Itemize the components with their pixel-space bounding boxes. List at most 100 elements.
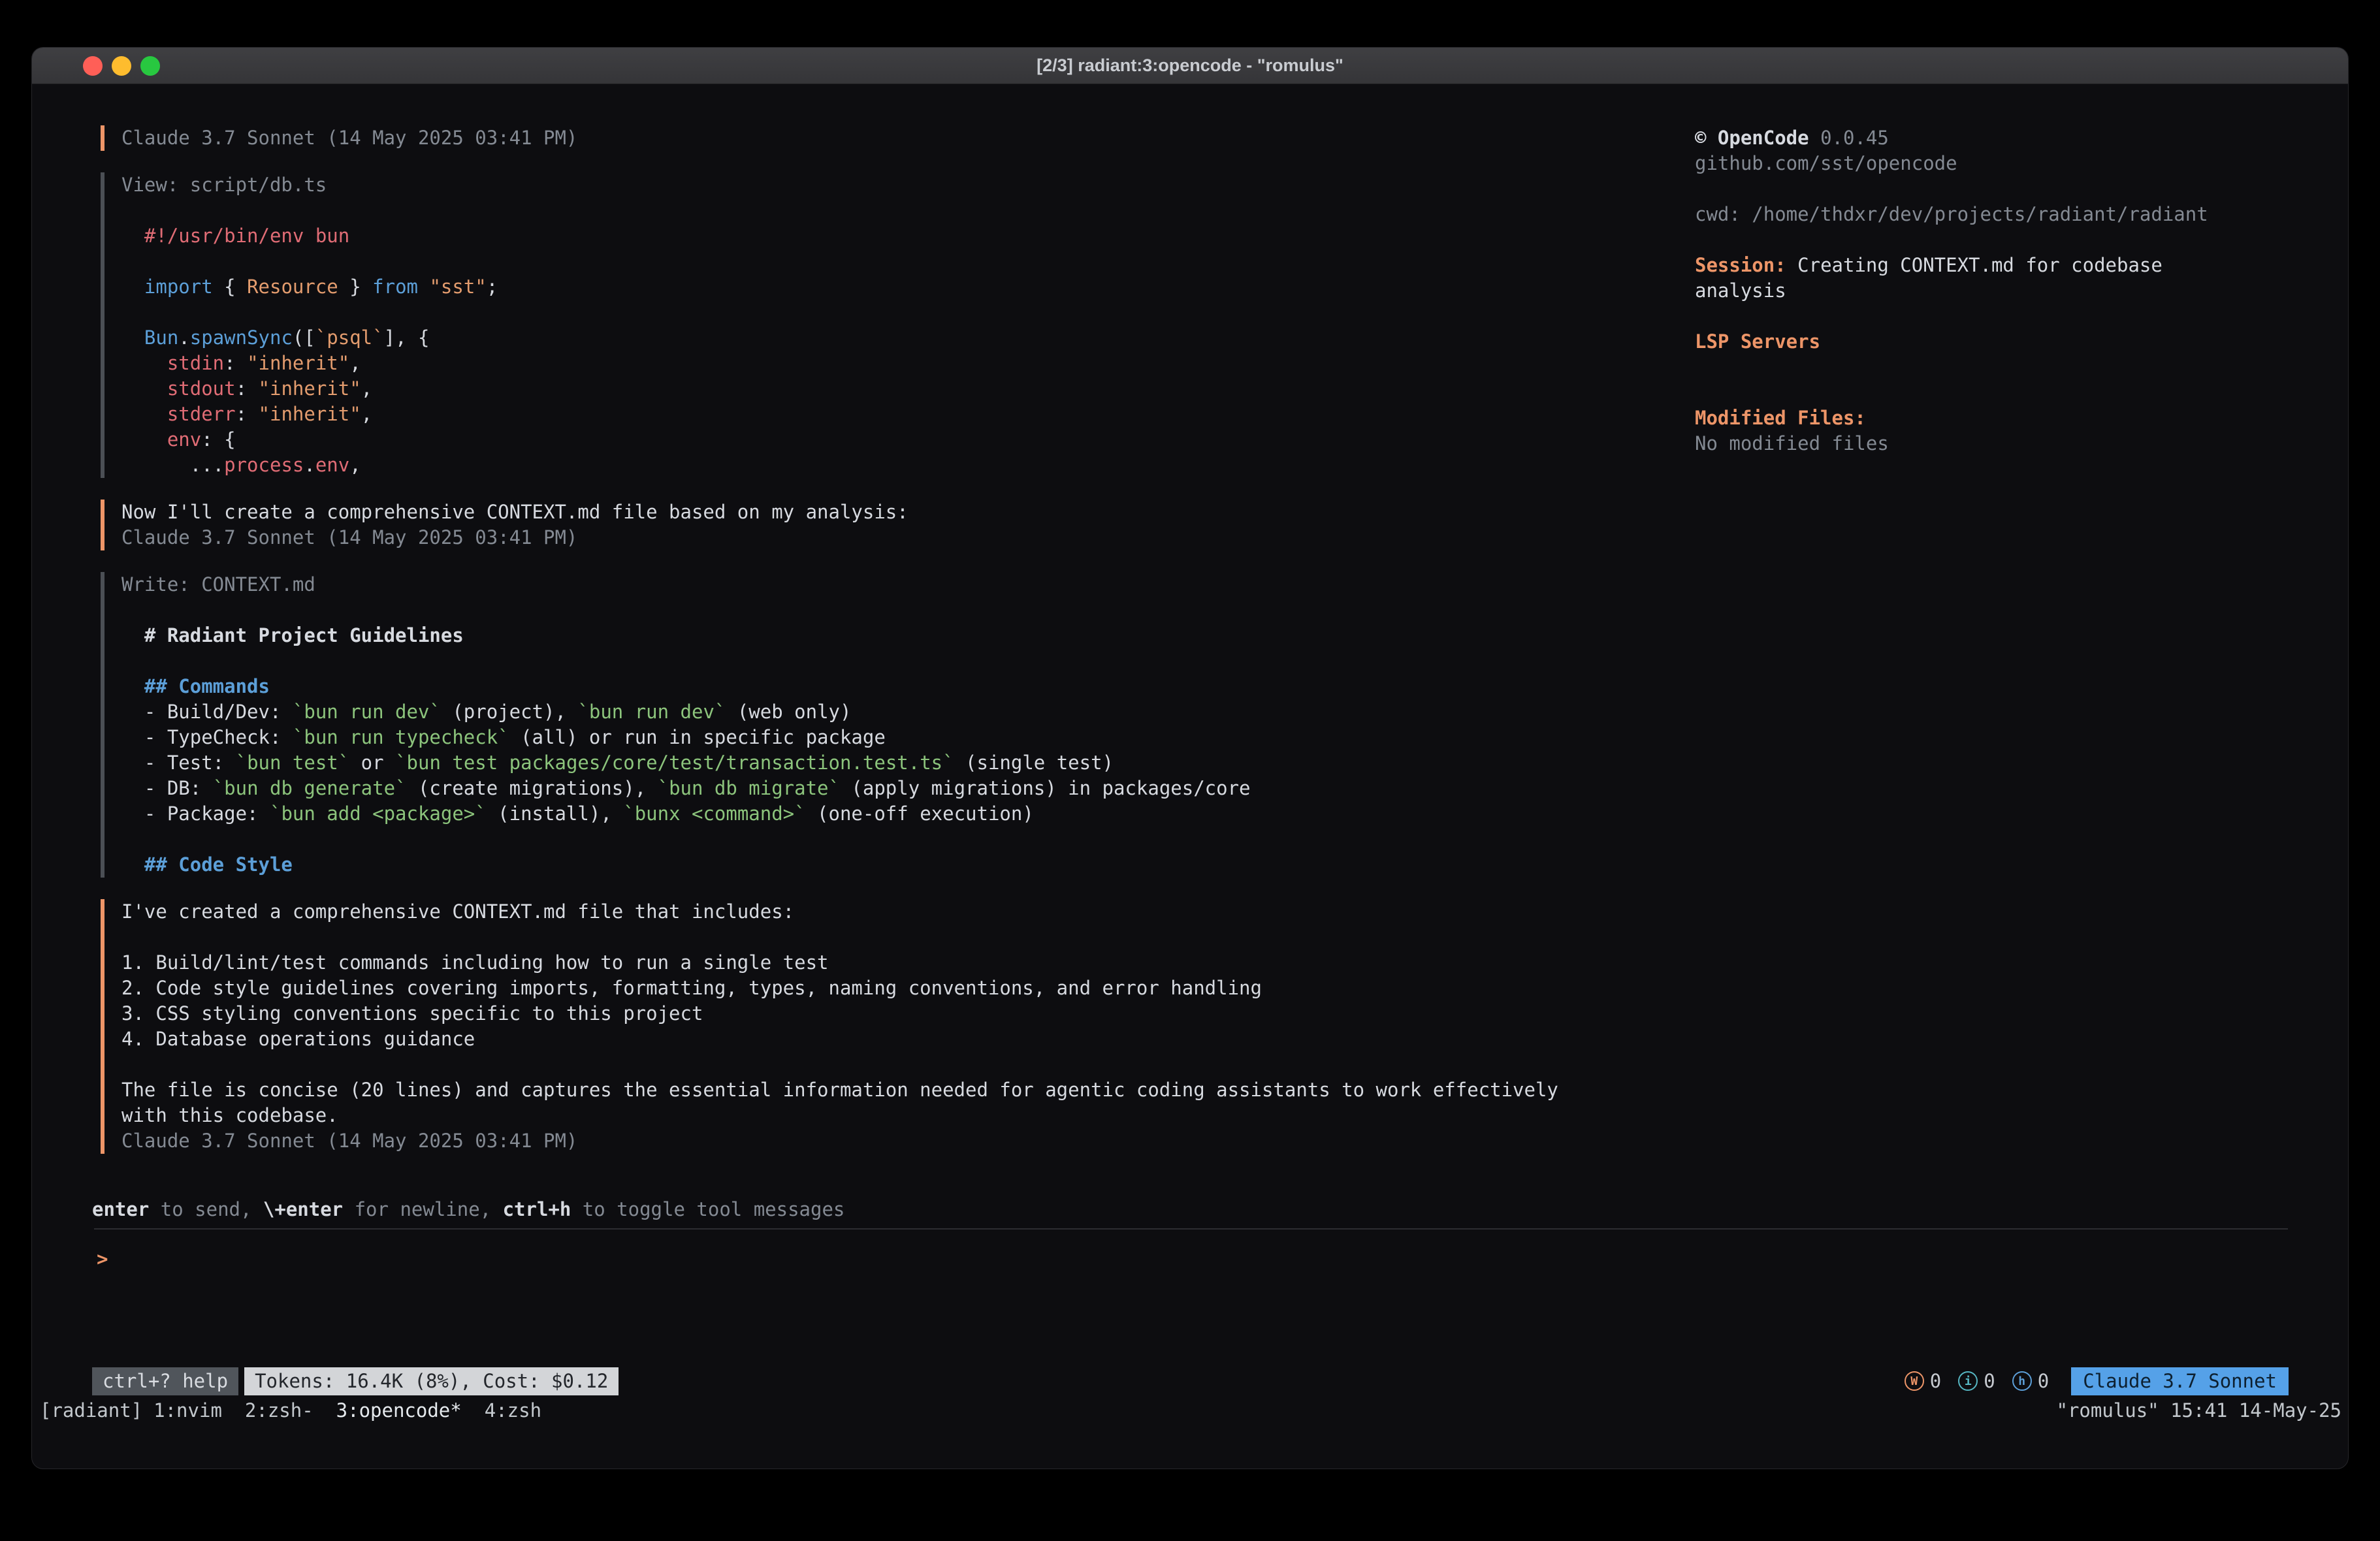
- text-line: with this codebase.: [121, 1103, 1647, 1128]
- warning-diagnostic: W0: [1905, 1370, 1941, 1392]
- zoom-button[interactable]: [140, 56, 160, 76]
- text-line: [1695, 176, 2217, 202]
- text-segment: 3. CSS styling conventions specific to t…: [121, 1002, 703, 1025]
- text-segment: The file is concise (20 lines) and captu…: [121, 1079, 1558, 1101]
- text-line: #!/usr/bin/env bun: [121, 223, 1647, 249]
- text-segment: - TypeCheck:: [121, 726, 293, 748]
- tmux-window-3opencode[interactable]: 3:opencode*: [336, 1398, 462, 1423]
- text-segment: ,: [361, 403, 372, 425]
- text-segment: `bun db generate`: [213, 777, 407, 799]
- text-segment: ctrl+h: [503, 1198, 571, 1220]
- text-segment: I've created a comprehensive CONTEXT.md …: [121, 900, 794, 923]
- hint-icon: h: [2012, 1371, 2032, 1391]
- text-segment: [121, 377, 167, 400]
- text-segment: env: [315, 454, 349, 476]
- text-line: - DB: `bun db generate` (create migratio…: [121, 776, 1647, 801]
- text-segment: ], {: [384, 326, 430, 349]
- text-segment: ,: [349, 352, 361, 374]
- help-shortcut-badge: ctrl+? help: [92, 1367, 238, 1395]
- text-line: ## Commands: [121, 674, 1647, 699]
- text-segment: - Package:: [121, 802, 270, 825]
- text-line: [121, 827, 1647, 852]
- text-line: Session: Creating CONTEXT.md for codebas…: [1695, 253, 2217, 304]
- text-line: env: {: [121, 427, 1647, 453]
- text-segment: 1. Build/lint/test commands including ho…: [121, 951, 829, 974]
- close-button[interactable]: [83, 56, 103, 76]
- text-line: [1695, 227, 2217, 253]
- text-segment: [121, 352, 167, 374]
- text-segment: ## Commands: [144, 675, 270, 697]
- tmux-window-2zsh[interactable]: 2:zsh-: [245, 1398, 314, 1423]
- diagnostic-count: 0: [1984, 1370, 1995, 1392]
- text-segment: enter: [92, 1198, 149, 1220]
- text-line: - Build/Dev: `bun run dev` (project), `b…: [121, 699, 1647, 725]
- tmux-window-4zsh[interactable]: 4:zsh: [485, 1398, 541, 1423]
- keyboard-hints: enter to send, \+enter for newline, ctrl…: [92, 1197, 844, 1222]
- text-line: ## Code Style: [121, 852, 1647, 878]
- text-segment: }: [338, 276, 372, 298]
- text-segment: Claude 3.7 Sonnet (14 May 2025 03:41 PM): [121, 1130, 577, 1152]
- text-segment: - Test:: [121, 752, 236, 774]
- text-segment: No modified files: [1695, 432, 1889, 454]
- text-segment: env: [167, 428, 201, 451]
- message-block-assistant: I've created a comprehensive CONTEXT.md …: [101, 899, 1647, 1154]
- text-segment: [121, 225, 144, 247]
- text-line: [1695, 380, 2217, 405]
- text-segment: cwd: /home/thdxr/dev/projects/radiant/ra…: [1695, 203, 2208, 225]
- text-segment: [121, 675, 144, 697]
- text-segment: :: [236, 377, 259, 400]
- text-segment: Write: CONTEXT.md: [121, 573, 315, 596]
- text-segment: for newline,: [343, 1198, 502, 1220]
- text-segment: spawnSync: [190, 326, 293, 349]
- text-segment: © OpenCode: [1695, 127, 1809, 149]
- statusbar: ctrl+? help Tokens: 16.4K (8%), Cost: $0…: [92, 1367, 2289, 1395]
- text-line: stderr: "inherit",: [121, 402, 1647, 427]
- text-segment: ([: [293, 326, 315, 349]
- diagnostics: W0i0h0: [1905, 1370, 2049, 1392]
- text-segment: .: [304, 454, 315, 476]
- text-line: [121, 925, 1647, 950]
- text-segment: (install),: [487, 802, 624, 825]
- text-line: [121, 249, 1647, 274]
- text-line: 2. Code style guidelines covering import…: [121, 976, 1647, 1001]
- text-segment: Modified Files:: [1695, 407, 1866, 429]
- text-segment: [121, 624, 144, 646]
- text-line: Write: CONTEXT.md: [121, 572, 1647, 597]
- text-segment: "sst": [429, 276, 486, 298]
- text-segment: [121, 276, 144, 298]
- message-block-tool: Write: CONTEXT.md # Radiant Project Guid…: [101, 572, 1647, 878]
- text-segment: LSP Servers: [1695, 330, 1820, 353]
- text-segment: 2. Code style guidelines covering import…: [121, 977, 1262, 999]
- message-block-assistant: Now I'll create a comprehensive CONTEXT.…: [101, 500, 1647, 550]
- text-line: View: script/db.ts: [121, 172, 1647, 198]
- message-input[interactable]: >: [97, 1245, 2286, 1273]
- text-segment: ...: [121, 454, 224, 476]
- message-block-tool: View: script/db.ts #!/usr/bin/env bun im…: [101, 172, 1647, 478]
- text-line: [121, 1052, 1647, 1077]
- text-segment: #!/usr/bin/env bun: [144, 225, 349, 247]
- text-segment: `bun db migrate`: [658, 777, 840, 799]
- text-segment: View: script/db.ts: [121, 174, 327, 196]
- text-segment: Claude 3.7 Sonnet (14 May 2025 03:41 PM): [121, 127, 577, 149]
- hint-diagnostic: h0: [2012, 1370, 2049, 1392]
- tmux-window-1nvim[interactable]: 1:nvim: [153, 1398, 222, 1423]
- minimize-button[interactable]: [112, 56, 131, 76]
- diagnostic-count: 0: [2038, 1370, 2049, 1392]
- text-line: [121, 300, 1647, 325]
- message-block-assistant: Claude 3.7 Sonnet (14 May 2025 03:41 PM): [101, 125, 1647, 151]
- text-segment: - Build/Dev:: [121, 701, 293, 723]
- text-segment: (all) or run in specific package: [509, 726, 886, 748]
- text-line: cwd: /home/thdxr/dev/projects/radiant/ra…: [1695, 202, 2217, 227]
- text-segment: "inherit": [259, 377, 361, 400]
- text-segment: stdin: [167, 352, 224, 374]
- statusbar-right: W0i0h0 Claude 3.7 Sonnet: [1905, 1367, 2289, 1395]
- text-line: Claude 3.7 Sonnet (14 May 2025 03:41 PM): [121, 525, 1647, 550]
- text-segment: from: [372, 276, 418, 298]
- info-diagnostic: i0: [1958, 1370, 1995, 1392]
- text-segment: `bun test packages/core/test/transaction…: [395, 752, 954, 774]
- warning-icon: W: [1905, 1371, 1924, 1391]
- text-segment: .: [178, 326, 189, 349]
- tmux-window-list: 1:nvim 2:zsh- 3:opencode* 4:zsh: [153, 1398, 541, 1423]
- text-segment: (apply migrations) in packages/core: [840, 777, 1251, 799]
- text-segment: Resource: [247, 276, 338, 298]
